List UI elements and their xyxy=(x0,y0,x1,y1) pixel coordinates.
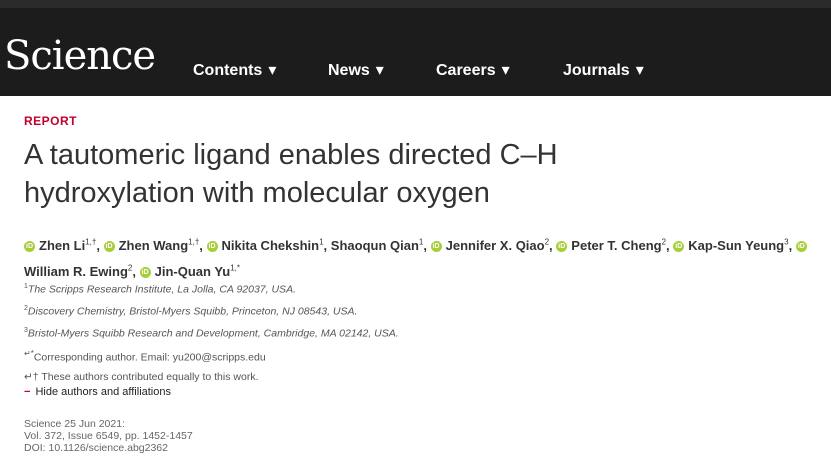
minus-icon: − xyxy=(24,386,31,398)
author-item[interactable]: iD Zhen Wang1,†, xyxy=(103,238,203,253)
top-strip xyxy=(0,0,831,8)
orcid-icon[interactable]: iD xyxy=(556,241,568,253)
site-header: Science Contents ▾ News ▾ Careers ▾ Journal… xyxy=(0,8,831,96)
chevron-down-icon: ▾ xyxy=(375,62,384,79)
author-item[interactable]: Shaoqun Qian1, xyxy=(331,238,427,253)
hide-authors-toggle[interactable]: − Hide authors and affiliations xyxy=(24,386,171,398)
chevron-down-icon: ▾ xyxy=(268,62,277,79)
nav-news[interactable]: News ▾ xyxy=(328,60,384,80)
nav-contents[interactable]: Contents ▾ xyxy=(193,60,276,80)
author-item[interactable]: iD Kap-Sun Yeung3, xyxy=(673,238,792,253)
nav-journals[interactable]: Journals ▾ xyxy=(563,60,644,80)
orcid-icon[interactable]: iD xyxy=(795,241,807,253)
orcid-icon[interactable]: iD xyxy=(24,241,35,253)
science-logo[interactable]: Science xyxy=(4,34,156,78)
corresponding-author-note: ↵*Corresponding author. Email: yu200@scr… xyxy=(24,349,266,364)
citation-info: Science 25 Jun 2021: Vol. 372, Issue 654… xyxy=(24,418,193,454)
author-item[interactable]: iD Zhen Li1,†, xyxy=(24,238,100,253)
article-type-label: REPORT xyxy=(24,114,78,128)
affiliation: 1The Scripps Research Institute, La Joll… xyxy=(24,283,296,296)
affiliation: 2Discovery Chemistry, Bristol-Myers Squi… xyxy=(24,305,358,318)
chevron-down-icon: ▾ xyxy=(635,62,644,79)
orcid-icon[interactable]: iD xyxy=(673,241,685,253)
orcid-icon[interactable]: iD xyxy=(103,241,115,253)
nav-careers[interactable]: Careers ▾ xyxy=(436,60,510,80)
article-title: A tautomeric ligand enables directed C–H… xyxy=(24,139,558,209)
author-item[interactable]: iD Jin-Quan Yu1,* xyxy=(139,263,240,279)
orcid-icon[interactable]: iD xyxy=(139,266,151,278)
author-list: iD Zhen Li1,†, iD Zhen Wang1,†, iD Nikita C… xyxy=(24,232,814,283)
orcid-icon[interactable]: iD xyxy=(206,241,218,253)
orcid-icon[interactable]: iD xyxy=(430,241,442,253)
equal-contribution-note: ↵† These authors contributed equally to … xyxy=(24,371,259,383)
author-item[interactable]: iD Jennifer X. Qiao2, xyxy=(430,238,553,253)
author-item[interactable]: iD Nikita Chekshin1, xyxy=(206,238,327,253)
affiliation: 3Bristol-Myers Squibb Research and Devel… xyxy=(24,327,399,340)
chevron-down-icon: ▾ xyxy=(501,62,510,79)
author-item[interactable]: iD Peter T. Cheng2, xyxy=(556,238,670,253)
